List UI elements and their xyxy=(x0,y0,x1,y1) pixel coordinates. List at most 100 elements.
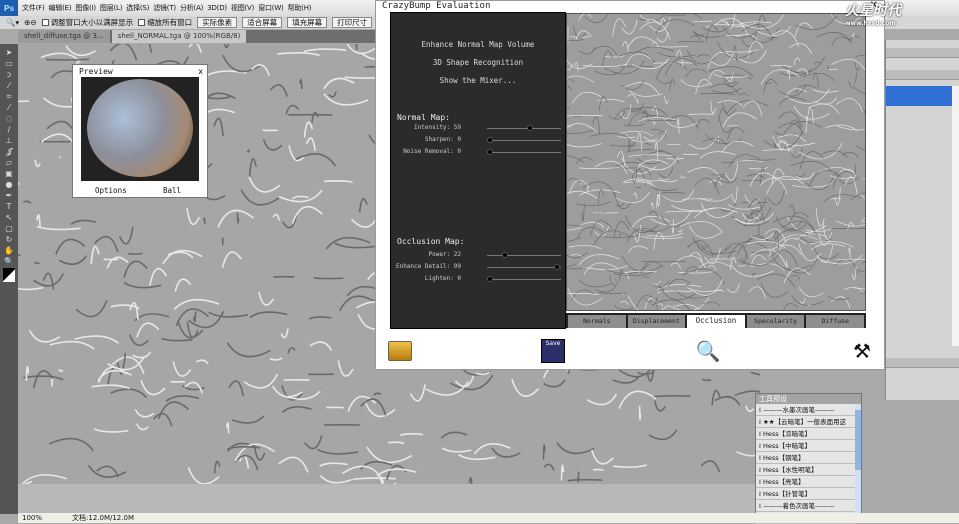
preview-window: Preview x Options Ball xyxy=(72,64,208,198)
preset-item[interactable]: I ———水墨次画笔——— xyxy=(756,404,856,416)
tab-diffuse[interactable]: Diffuse xyxy=(806,315,864,328)
tab-occlusion[interactable]: Occlusion xyxy=(687,315,745,328)
eraser-tool-icon[interactable]: ▱ xyxy=(3,158,15,167)
tab-diffuse[interactable]: shell_diffuse.tga @ 3... xyxy=(18,30,110,43)
gradient-tool-icon[interactable]: ▣ xyxy=(3,169,15,178)
actual-pixels-button[interactable]: 实际像素 xyxy=(197,17,237,28)
save-disk-icon[interactable]: Save xyxy=(539,337,567,365)
tools-hammer-icon[interactable]: ⚒ xyxy=(848,337,876,365)
scrollbar[interactable] xyxy=(952,86,959,346)
fill-screen-button[interactable]: 填充屏幕 xyxy=(287,17,327,28)
move-tool-icon[interactable]: ➤ xyxy=(3,48,15,57)
preset-item[interactable]: I Hess【水性明笔】 xyxy=(756,464,856,476)
color-swatches-icon[interactable] xyxy=(3,268,15,282)
slider-track[interactable] xyxy=(487,267,561,268)
tab-normal[interactable]: shell_NORMAL.tga @ 100%(RGB/8) xyxy=(112,30,247,43)
open-folder-icon[interactable] xyxy=(386,337,414,365)
menu-analysis[interactable]: 分析(A) xyxy=(180,3,203,13)
fit-screen-button[interactable]: 适合屏幕 xyxy=(242,17,282,28)
print-size-button[interactable]: 打印尺寸 xyxy=(332,17,372,28)
selected-layer-row[interactable] xyxy=(886,86,952,106)
occlusion-map-heading: Occlusion Map: xyxy=(397,237,464,246)
slider-label: Sharpen: 0 xyxy=(425,136,461,143)
shape-tool-icon[interactable]: ▢ xyxy=(3,224,15,233)
slider-track[interactable] xyxy=(487,279,561,280)
lasso-tool-icon[interactable]: ↄ xyxy=(3,70,15,79)
zoom-tool-icon[interactable]: 🔍▾ xyxy=(6,18,19,27)
sphere-render xyxy=(87,79,193,177)
menu-window[interactable]: 窗口(W) xyxy=(258,3,283,13)
menu-edit[interactable]: 编辑(E) xyxy=(49,3,72,13)
history-brush-icon[interactable]: 𝓙 xyxy=(3,147,15,156)
close-icon[interactable]: x xyxy=(198,67,203,76)
preset-item[interactable]: I Hess【凉暗笔】 xyxy=(756,428,856,440)
slider-knob[interactable] xyxy=(487,149,493,155)
slider-knob[interactable] xyxy=(502,252,508,258)
panel-header[interactable] xyxy=(886,358,959,368)
slider-row: Noise Removal: 0 xyxy=(391,147,567,157)
status-bar: 100% 文档:12.0M/12.0M xyxy=(18,513,959,523)
enhance-volume-link[interactable]: Enhance Normal Map Volume xyxy=(391,40,565,49)
tab-displacement[interactable]: Displacement xyxy=(628,315,686,328)
dodge-tool-icon[interactable]: ● xyxy=(3,180,15,189)
slider-track[interactable] xyxy=(487,255,561,256)
menu-layer[interactable]: 图层(L) xyxy=(100,3,122,13)
slider-track[interactable] xyxy=(487,140,561,141)
stamp-tool-icon[interactable]: ⊥ xyxy=(3,136,15,145)
slider-knob[interactable] xyxy=(554,264,560,270)
marquee-tool-icon[interactable]: ▭ xyxy=(3,59,15,68)
tab-specularity[interactable]: Specularity xyxy=(747,315,805,328)
healing-tool-icon[interactable]: ◌ xyxy=(3,114,15,123)
preview-ball-button[interactable]: Ball xyxy=(163,186,181,195)
zoom-all-checkbox[interactable]: 缩放所有窗口 xyxy=(138,17,192,28)
scrollbar[interactable] xyxy=(855,404,861,522)
menu-help[interactable]: 帮助(H) xyxy=(288,3,312,13)
eyedropper-tool-icon[interactable]: ⁄ xyxy=(3,103,15,112)
document-size: 文档:12.0M/12.0M xyxy=(72,513,134,523)
slider-knob[interactable] xyxy=(527,125,533,131)
texture-stroke xyxy=(204,218,205,224)
zoom-in-out-icons[interactable]: ⊕⊖ xyxy=(24,18,37,27)
menu-3d[interactable]: 3D(D) xyxy=(207,4,227,12)
tab-normals[interactable]: Normals xyxy=(568,315,626,328)
panel-header[interactable] xyxy=(886,70,959,80)
wand-tool-icon[interactable]: ⁄ xyxy=(3,81,15,90)
texture-stroke xyxy=(640,406,641,420)
tool-presets-panel: 工具预设 I ———水墨次画笔———I ★★【云暗笔】一般表面用这I Hess【… xyxy=(755,393,862,523)
preset-item[interactable]: I Hess【亮笔】 xyxy=(756,476,856,488)
preset-item[interactable]: I ———着色次画笔——— xyxy=(756,500,856,512)
preset-item[interactable]: I Hess【钢笔】 xyxy=(756,452,856,464)
resize-windows-checkbox[interactable]: 调整窗口大小以满屏显示 xyxy=(42,17,134,28)
menu-file[interactable]: 文件(F) xyxy=(22,3,45,13)
path-select-icon[interactable]: ↖ xyxy=(3,213,15,222)
menu-view[interactable]: 视图(V) xyxy=(231,3,254,13)
slider-track[interactable] xyxy=(487,152,561,153)
pen-tool-icon[interactable]: ✒ xyxy=(3,191,15,200)
show-mixer-link[interactable]: Show the Mixer... xyxy=(391,76,565,85)
hand-tool-icon[interactable]: ✋ xyxy=(3,246,15,255)
shape-recognition-link[interactable]: 3D Shape Recognition xyxy=(391,58,565,67)
preset-item[interactable]: I ★★【云暗笔】一般表面用这 xyxy=(756,416,856,428)
zoom-level[interactable]: 100% xyxy=(22,514,42,522)
3d-rotate-icon[interactable]: ↻ xyxy=(3,235,15,244)
occlusion-map-preview[interactable] xyxy=(566,13,866,311)
zoom-tool-icon[interactable]: 🔍 xyxy=(3,257,15,266)
slider-track[interactable] xyxy=(487,128,561,129)
preset-item[interactable]: I Hess【中暗笔】 xyxy=(756,440,856,452)
slider-knob[interactable] xyxy=(487,276,493,282)
crop-tool-icon[interactable]: ⌗ xyxy=(3,92,15,101)
scrollbar-thumb[interactable] xyxy=(855,410,861,470)
panel-header[interactable] xyxy=(886,48,959,58)
slider-knob[interactable] xyxy=(487,137,493,143)
menu-filter[interactable]: 滤镜(T) xyxy=(153,3,176,13)
brush-tool-icon[interactable]: ∕ xyxy=(3,125,15,134)
preview-options-button[interactable]: Options xyxy=(95,186,127,195)
magnifier-icon[interactable]: 🔍 xyxy=(694,337,722,365)
menu-select[interactable]: 选择(S) xyxy=(126,3,149,13)
preset-item[interactable]: I Hess【针管笔】 xyxy=(756,488,856,500)
type-tool-icon[interactable]: T xyxy=(3,202,15,211)
photoshop-logo: Ps xyxy=(0,0,18,16)
menu-image[interactable]: 图像(I) xyxy=(75,3,96,13)
texture-stroke xyxy=(314,278,343,279)
preview-sphere[interactable] xyxy=(81,77,199,181)
